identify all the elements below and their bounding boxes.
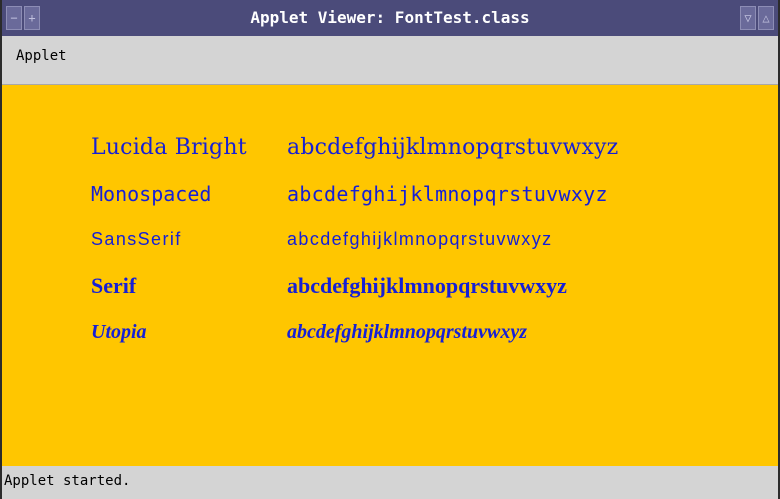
font-row-utopia: Utopia abcdefghijklmnopqrstuvwxyz (91, 321, 768, 357)
menu-item-applet[interactable]: Applet (16, 48, 67, 64)
minimize-button[interactable]: ▽ (740, 6, 756, 30)
font-name: Monospaced (91, 182, 212, 206)
applet-canvas: Lucida Bright abcdefghijklmnopqrstuvwxyz… (2, 85, 778, 466)
triangle-down-icon: ▽ (744, 11, 752, 25)
font-sample: abcdefghijklmnopqrstuvwxyz (287, 182, 608, 206)
title-bar[interactable]: − + Applet Viewer: FontTest.class ▽ △ (2, 0, 778, 36)
font-sample: abcdefghijklmnopqrstuvwxyz (287, 273, 567, 298)
font-sample: abcdefghijklmnopqrstuvwxyz (287, 229, 553, 249)
font-name: Serif (91, 273, 137, 298)
font-name: Utopia (91, 321, 147, 343)
applet-viewer-window: − + Applet Viewer: FontTest.class ▽ △ Ap… (0, 0, 780, 499)
font-row-serif: Serif abcdefghijklmnopqrstuvwxyz (91, 273, 768, 309)
window-title: Applet Viewer: FontTest.class (250, 8, 530, 27)
menu-bar: Applet (2, 36, 778, 85)
maximize-button[interactable]: △ (758, 6, 774, 30)
font-sample: abcdefghijklmnopqrstuvwxyz (287, 135, 619, 160)
font-row-lucida-bright: Lucida Bright abcdefghijklmnopqrstuvwxyz (91, 135, 768, 171)
font-name: SansSerif (91, 229, 182, 249)
font-row-monospaced: Monospaced abcdefghijklmnopqrstuvwxyz (91, 182, 768, 218)
font-name: Lucida Bright (91, 135, 247, 160)
triangle-up-icon: △ (762, 11, 770, 25)
status-bar: Applet started. (2, 466, 778, 499)
font-row-sansserif: SansSerif abcdefghijklmnopqrstuvwxyz (91, 229, 768, 265)
font-sample: abcdefghijklmnopqrstuvwxyz (287, 321, 528, 343)
status-text: Applet started. (4, 473, 131, 489)
